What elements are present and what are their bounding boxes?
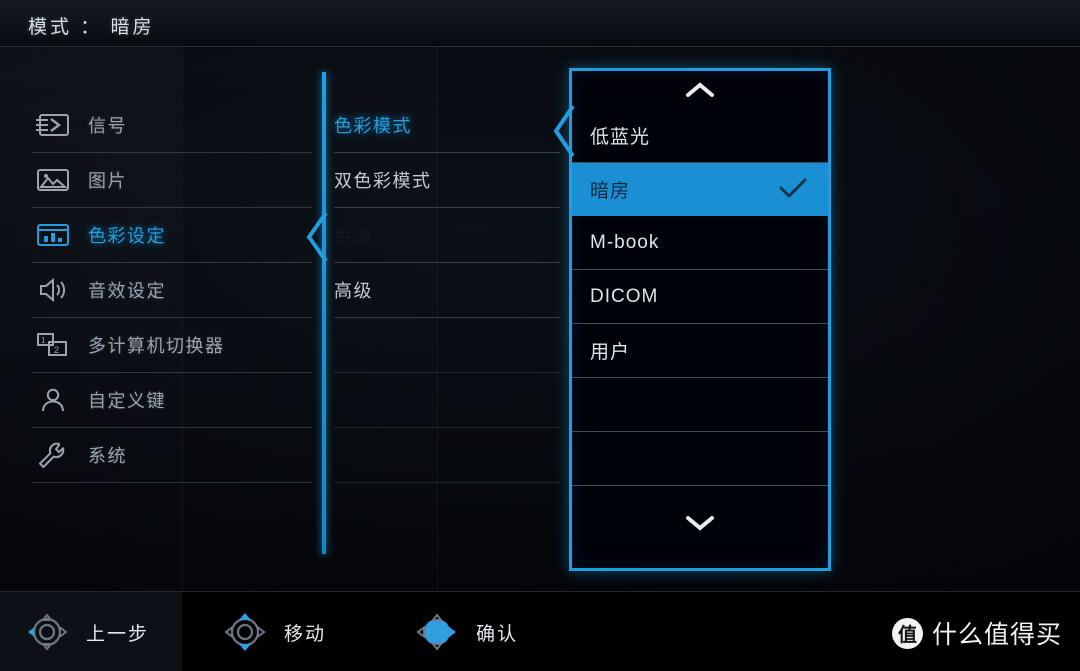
hint-back[interactable]: 上一步 [18,606,149,658]
sidebar-item-signal[interactable]: 信号 [32,98,312,153]
hint-move[interactable]: 移动 [216,606,326,658]
submenu-item-advanced[interactable]: 高级 [334,263,560,318]
dropdown-option-low-blue-light[interactable]: 低蓝光 [572,109,828,163]
dropdown-option-blank [572,378,828,432]
chevron-up-icon [686,82,714,97]
color-mode-dropdown: 低蓝光 暗房 M-book DICOM 用户 [553,68,831,571]
submenu-item-color-mode[interactable]: 色彩模式 [334,98,560,153]
submenu-item-label: 高级 [334,281,373,301]
dropdown-option-label: DICOM [590,285,659,307]
sidebar-item-label: 图片 [88,171,127,191]
dropdown-option-blank [572,432,828,486]
sidebar-item-color-settings[interactable]: 色彩设定 [32,208,312,263]
dropdown-option-label: 用户 [590,342,631,363]
picture-icon [32,164,74,196]
sidebar-item-label: 音效设定 [88,281,166,301]
dropdown-option-label: M-book [590,231,660,253]
dropdown-option-label: 低蓝光 [590,127,651,148]
sidebar-item-label: 色彩设定 [88,226,166,246]
dpad-center-icon [408,606,466,658]
submenu-item-blank [334,373,560,428]
color-settings-icon [32,219,74,251]
speaker-icon [32,274,74,306]
submenu-item-blank [334,428,560,483]
mode-title: 模式 ： 暗房 [28,17,155,38]
sidebar-item-audio-settings[interactable]: 音效设定 [32,263,312,318]
submenu-item-label: 色彩模式 [334,116,412,136]
submenu-item-color-temperature: 色温 [334,208,560,263]
dropdown-option-dicom[interactable]: DICOM [572,270,828,324]
hint-label: 上一步 [86,623,150,645]
osd-title-bar: 模式 ： 暗房 [0,0,1080,47]
sidebar-item-label: 自定义键 [88,391,166,411]
watermark-text: 什么值得买 [931,621,1062,649]
signal-input-icon [32,109,74,141]
submenu-item-blank [334,318,560,373]
sidebar-item-label: 信号 [88,116,127,136]
sidebar-item-picture[interactable]: 图片 [32,153,312,208]
sidebar-item-custom-key[interactable]: 自定义键 [32,373,312,428]
scroll-up-button[interactable] [572,71,828,109]
sidebar-item-system[interactable]: 系统 [32,428,312,483]
submenu-column: 色彩模式 双色彩模式 色温 高级 [334,98,560,483]
user-icon [32,384,74,416]
dpad-updown-icon [216,606,274,658]
watermark-logo: 值 [891,617,923,649]
submenu-item-label: 双色彩模式 [334,171,432,191]
watermark: 值 什么值得买 [891,615,1062,651]
submenu-item-label: 色温 [334,226,373,246]
hint-confirm[interactable]: 确认 [408,606,518,658]
active-row-notch-left [306,211,328,263]
sidebar: 信号 图片 色彩设定 音效设定 1 2 多计算机切换器 自定义键 系统 [32,98,312,483]
dpad-left-icon [18,606,76,658]
svg-text:1: 1 [41,336,46,345]
svg-text:2: 2 [54,345,59,355]
submenu-item-dual-color-mode[interactable]: 双色彩模式 [334,153,560,208]
sidebar-item-label: 多计算机切换器 [88,336,225,356]
hint-label: 确认 [476,623,519,645]
kvm-switch-icon: 1 2 [32,329,74,361]
chevron-down-icon [686,516,714,531]
dropdown-option-user[interactable]: 用户 [572,324,828,378]
column-divider [322,72,326,554]
wrench-icon [32,439,74,471]
dropdown-option-darkroom[interactable]: 暗房 [572,163,828,216]
dropdown-option-m-book[interactable]: M-book [572,216,828,270]
check-icon [778,177,808,206]
sidebar-item-kvm-switch[interactable]: 1 2 多计算机切换器 [32,318,312,373]
dropdown-option-label: 暗房 [590,181,631,202]
osd-screen: 模式 ： 暗房 信号 图片 色彩设定 音效设定 1 2 多计算机切换器 自定义键… [0,0,1080,671]
hint-label: 移动 [284,623,327,645]
scroll-down-button[interactable] [572,504,828,542]
sidebar-item-label: 系统 [88,446,127,466]
